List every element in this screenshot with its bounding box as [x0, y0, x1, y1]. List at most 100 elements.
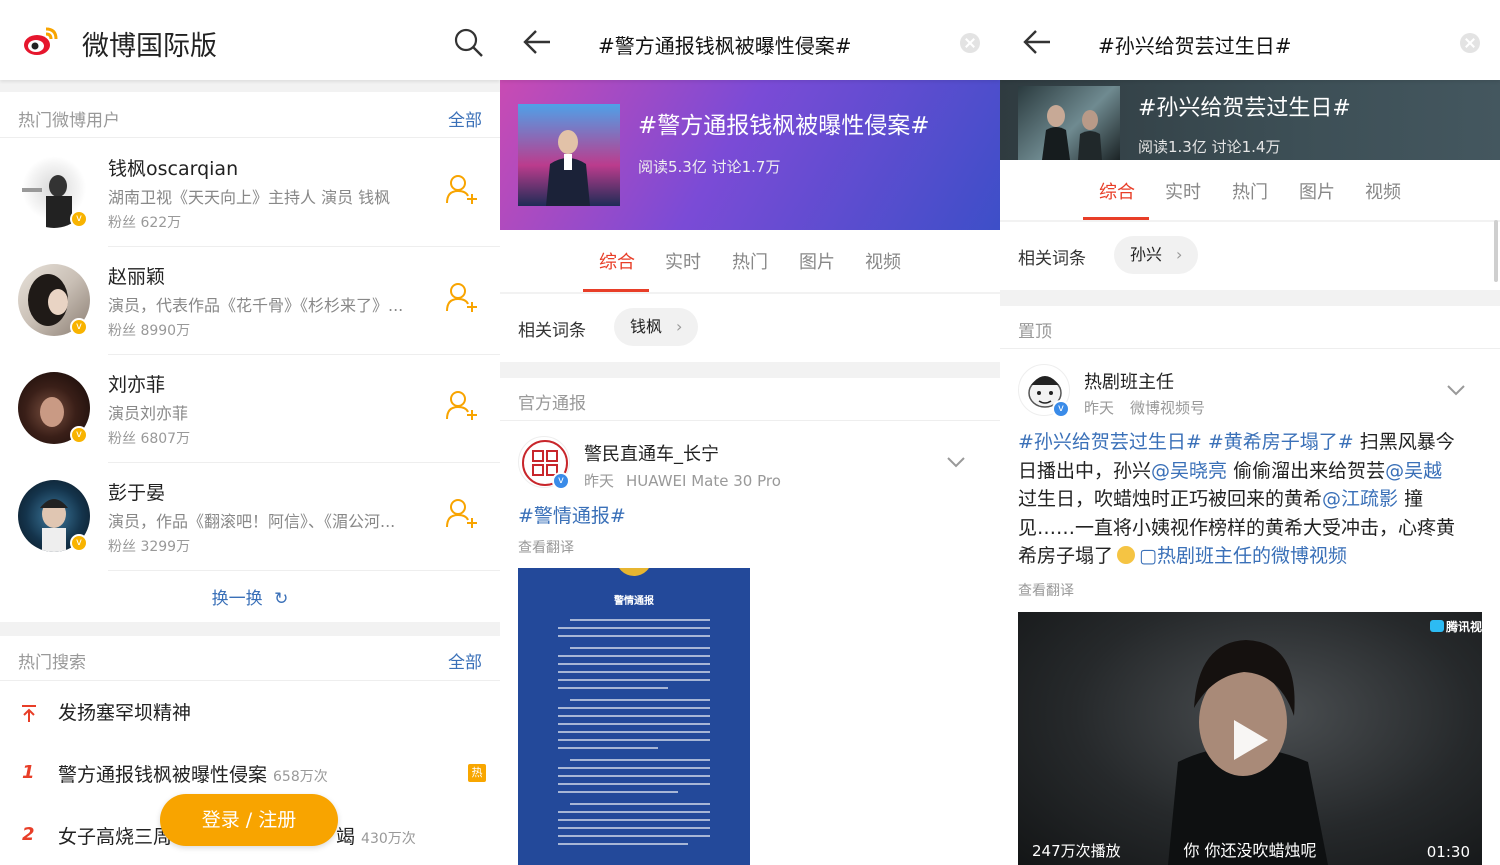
- post-text: 日播出中，孙兴: [1018, 459, 1152, 482]
- tencent-video-logo: 腾讯视: [1429, 618, 1482, 635]
- post-author-name[interactable]: 热剧班主任: [1084, 368, 1174, 394]
- post-meta: 昨天 微博视频号: [1084, 397, 1205, 418]
- user-row[interactable]: v 赵丽颖 演员，代表作品《花千骨》《杉杉来了》... 粉丝 8990万: [0, 254, 500, 362]
- post-line: 希房子塌了 ▢热剧班主任的微博视频: [1018, 542, 1488, 571]
- video-play-count: 247万次播放: [1032, 842, 1121, 860]
- post-author-name[interactable]: 警民直通车_长宁: [584, 440, 719, 466]
- topic-stats: 阅读5.3亿 讨论1.7万: [638, 158, 781, 176]
- hot-search-count: 658万次: [273, 769, 328, 785]
- follow-user-icon[interactable]: [446, 390, 478, 420]
- video-duration: 01:30: [1426, 843, 1470, 861]
- search-query[interactable]: #孙兴给贺芸过生日#: [1098, 30, 1292, 59]
- divider: [0, 680, 500, 681]
- user-description: 湖南卫视《天天向上》主持人 演员 钱枫: [108, 188, 391, 207]
- mention-link[interactable]: @吴晓亮: [1151, 460, 1227, 482]
- user-row[interactable]: v 彭于晏 演员，作品《翻滚吧！阿信》、《湄公河... 粉丝 3299万: [0, 470, 500, 578]
- post-text: 希房子塌了: [1018, 545, 1114, 567]
- clear-icon[interactable]: [1460, 33, 1480, 53]
- divider: [108, 354, 500, 355]
- related-terms-label: 相关词条: [1018, 249, 1086, 269]
- related-term-chip[interactable]: 孙兴 ›: [1114, 236, 1199, 274]
- post-meta: 昨天 HUAWEI Mate 30 Pro: [584, 470, 781, 491]
- hashtag-link[interactable]: #孙兴给贺芸过生日#: [1018, 431, 1202, 453]
- video-brand: 腾讯视: [1445, 620, 1482, 634]
- related-term-chip[interactable]: 钱枫 ›: [614, 308, 699, 346]
- spacer: [0, 80, 500, 92]
- follow-user-icon[interactable]: [446, 282, 478, 312]
- post-time: 昨天: [584, 472, 615, 490]
- play-icon[interactable]: [1234, 720, 1268, 760]
- back-arrow-icon[interactable]: [1022, 28, 1052, 56]
- related-term-text: 钱枫: [630, 317, 663, 336]
- mention-link[interactable]: @吴越: [1385, 460, 1442, 482]
- video-logo-icon: [1429, 620, 1444, 632]
- user-fans: 粉丝 3299万: [108, 539, 191, 555]
- view-translation-link[interactable]: 查看翻译: [518, 537, 574, 557]
- tab-images[interactable]: 图片: [1299, 178, 1335, 204]
- chevron-down-icon[interactable]: [1446, 384, 1466, 396]
- divider: [500, 420, 1000, 421]
- topic-title: #孙兴给贺芸过生日#: [1138, 96, 1351, 121]
- topic-title: #警方通报钱枫被曝性侵案#: [638, 113, 930, 139]
- post-text: 过生日，吹蜡烛时正巧被回来的黄希: [1018, 488, 1323, 510]
- scrollbar[interactable]: [1494, 220, 1498, 282]
- user-description: 演员刘亦菲: [108, 404, 189, 423]
- hot-badge: 热: [468, 764, 486, 782]
- hashtag-link[interactable]: #黄希房子塌了#: [1208, 431, 1354, 453]
- hot-search-text: 发扬塞罕坝精神: [58, 702, 192, 724]
- hot-search-all-link[interactable]: 全部: [448, 648, 482, 673]
- search-icon[interactable]: [454, 28, 484, 58]
- hot-search-item[interactable]: 发扬塞罕坝精神: [0, 682, 500, 744]
- chevron-down-icon[interactable]: [946, 456, 966, 468]
- post-line: 过生日，吹蜡烛时正巧被回来的黄希@江疏影 撞: [1018, 485, 1488, 514]
- tab-comprehensive[interactable]: 综合: [1099, 178, 1135, 204]
- post-text: 撞: [1398, 488, 1424, 510]
- tab-hot[interactable]: 热门: [732, 248, 768, 274]
- topic-tabs: 综合 实时 热门 图片 视频: [1000, 160, 1500, 222]
- mention-link[interactable]: @江疏影: [1322, 488, 1398, 510]
- user-row[interactable]: v 刘亦菲 演员刘亦菲 粉丝 6807万: [0, 362, 500, 470]
- search-query[interactable]: #警方通报钱枫被曝性侵案#: [598, 30, 852, 59]
- tab-images[interactable]: 图片: [799, 248, 835, 274]
- tab-videos[interactable]: 视频: [1365, 178, 1401, 204]
- tab-hot[interactable]: 热门: [1232, 178, 1268, 204]
- post-text: 偷偷溜出来给贺芸: [1227, 459, 1386, 482]
- official-notice-label: 官方通报: [518, 394, 586, 414]
- hot-users-all-link[interactable]: 全部: [448, 106, 482, 131]
- hashtag-link[interactable]: #警情通报#: [518, 505, 626, 527]
- user-fans: 粉丝 622万: [108, 215, 182, 231]
- login-register-button[interactable]: 登录 / 注册: [160, 794, 338, 846]
- back-arrow-icon[interactable]: [522, 28, 552, 56]
- user-name: 赵丽颖: [108, 266, 166, 288]
- topic-panel-1: #警方通报钱枫被曝性侵案# #警方通报钱枫被曝性侵案# 阅读5.3亿 讨论1.7…: [500, 0, 1000, 865]
- user-name: 刘亦菲: [108, 374, 166, 396]
- related-terms: 相关词条 钱枫 ›: [500, 294, 1000, 362]
- post-time: 昨天: [1084, 399, 1115, 417]
- follow-user-icon[interactable]: [446, 174, 478, 204]
- video-player[interactable]: 腾讯视 你 你还没吹蜡烛呢 247万次播放 01:30: [1018, 612, 1482, 865]
- verified-badge-icon: v: [552, 472, 570, 490]
- hot-search-count: 430万次: [361, 831, 416, 847]
- refresh-users-button[interactable]: 换一换 ↻: [0, 584, 500, 609]
- hot-search-rank: 1: [22, 762, 35, 783]
- tab-comprehensive[interactable]: 综合: [599, 248, 635, 274]
- police-notice-image[interactable]: 警情通报: [518, 568, 750, 865]
- post-body: #孙兴给贺芸过生日# #黄希房子塌了# 扫黑风暴今 日播出中，孙兴@吴晓亮 偷偷…: [1018, 428, 1488, 571]
- post-line: 日播出中，孙兴@吴晓亮 偷偷溜出来给贺芸@吴越: [1018, 457, 1488, 486]
- tab-realtime[interactable]: 实时: [665, 248, 701, 274]
- post-text: 见……一直将小姨视作榜样的黄希大受冲击，心疼黄: [1018, 516, 1456, 539]
- clear-icon[interactable]: [960, 33, 980, 53]
- user-fans: 粉丝 8990万: [108, 323, 191, 339]
- spacer: [0, 622, 500, 636]
- hot-search-line: 警方通报钱枫被曝性侵案 658万次: [58, 760, 328, 787]
- user-row[interactable]: v 钱枫oscarqian 湖南卫视《天天向上》主持人 演员 钱枫 粉丝 622…: [0, 146, 500, 254]
- video-link[interactable]: 热剧班主任的微博视频: [1157, 545, 1347, 567]
- verified-badge-icon: v: [70, 534, 88, 552]
- user-name: 彭于晏: [108, 482, 166, 504]
- user-name: 钱枫oscarqian: [108, 158, 239, 180]
- tab-realtime[interactable]: 实时: [1165, 178, 1201, 204]
- view-translation-link[interactable]: 查看翻译: [1018, 580, 1074, 600]
- follow-user-icon[interactable]: [446, 498, 478, 528]
- search-header: #孙兴给贺芸过生日#: [1000, 0, 1500, 80]
- tab-videos[interactable]: 视频: [865, 248, 901, 274]
